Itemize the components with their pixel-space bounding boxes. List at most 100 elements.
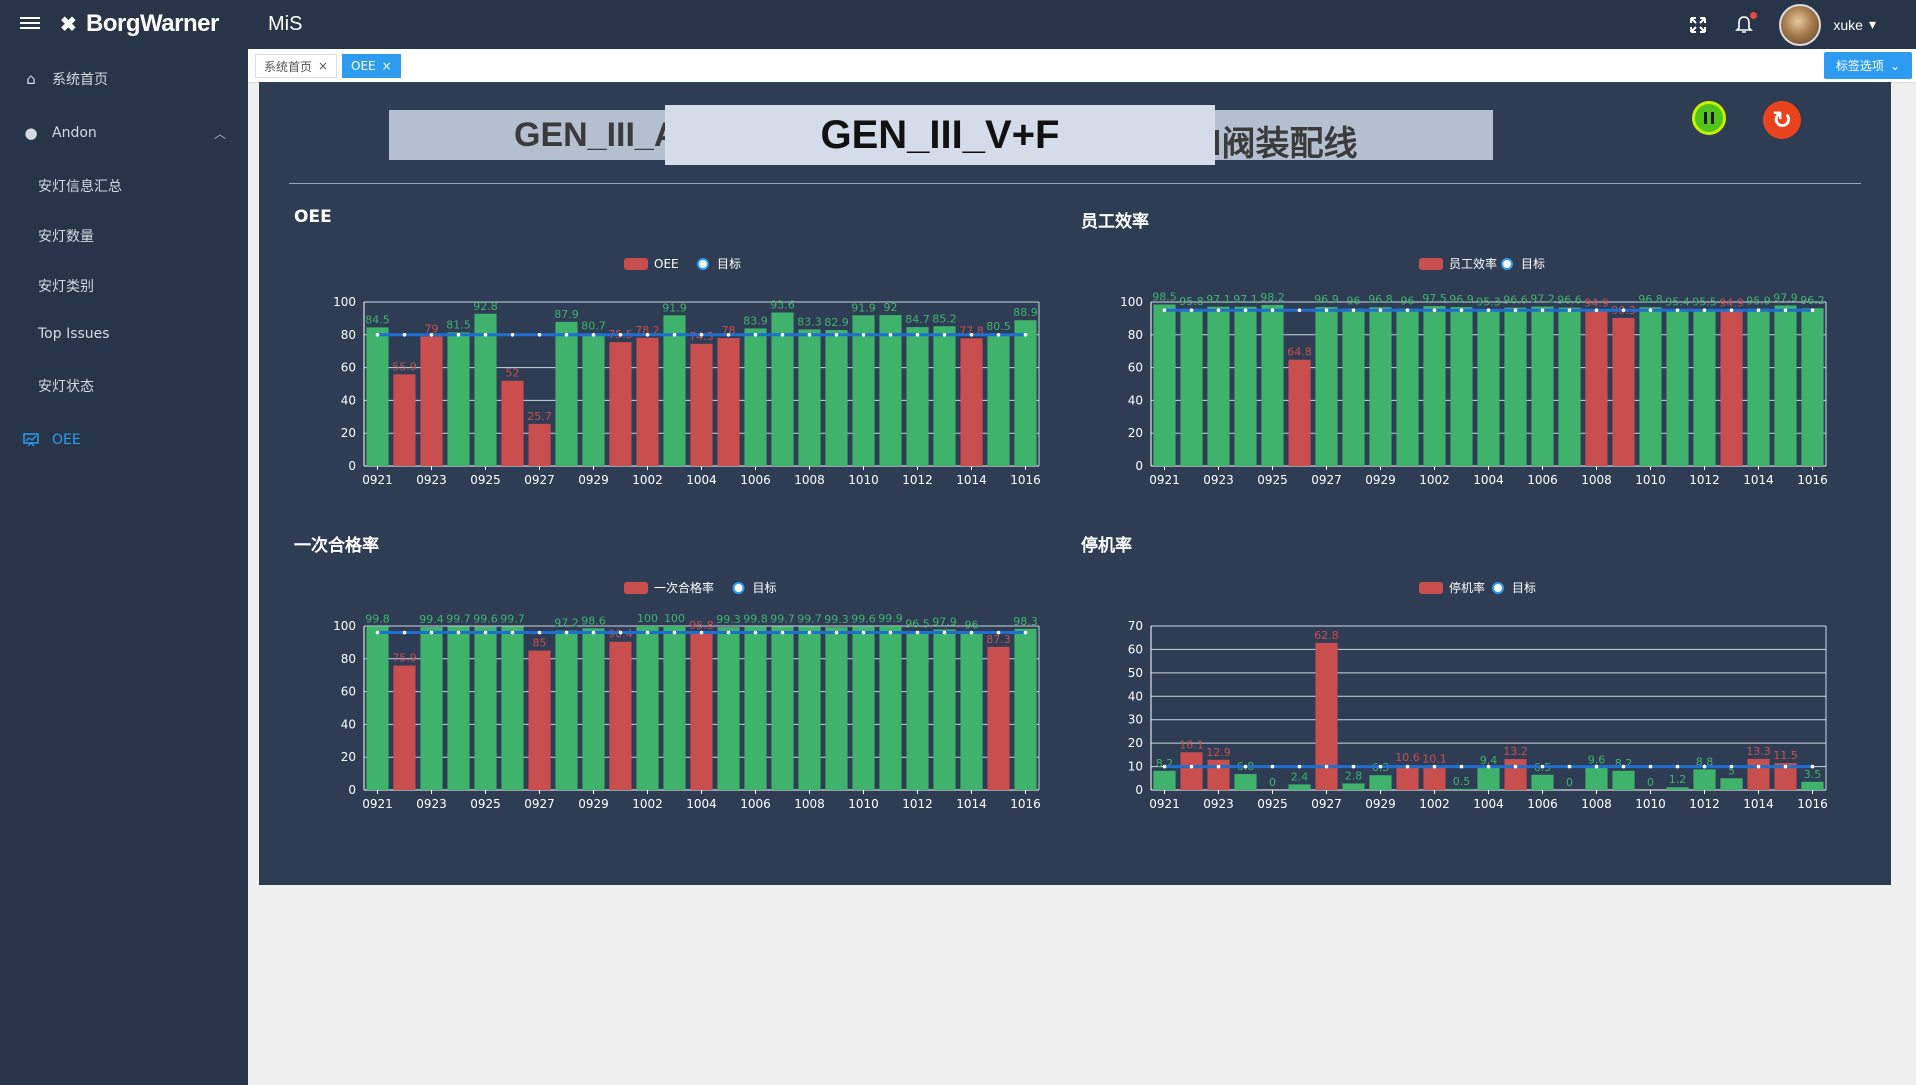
y-tick-label: 20 — [1128, 426, 1143, 440]
data-label: 81.5 — [446, 318, 471, 331]
bar — [1747, 308, 1770, 466]
tab-home[interactable]: 系统首页 × — [255, 54, 338, 78]
sidebar-item-andon-count[interactable]: 安灯数量 — [38, 226, 94, 246]
sidebar-item-andon-summary[interactable]: 安灯信息汇总 — [38, 176, 122, 196]
bar — [1666, 309, 1689, 466]
target-point — [807, 630, 812, 635]
data-label: 97.2 — [1530, 293, 1555, 306]
bar — [1531, 306, 1554, 466]
sidebar-item-andon[interactable]: ● Andon ︿ — [0, 113, 248, 153]
avatar[interactable] — [1779, 3, 1822, 46]
data-label: 96.6 — [1557, 294, 1582, 307]
data-label: 85 — [533, 637, 547, 650]
legend-label: 目标 — [717, 257, 741, 271]
target-point — [1243, 308, 1248, 312]
target-point — [1486, 308, 1491, 312]
bar — [1014, 628, 1037, 790]
sidebar-item-andon-category[interactable]: 安灯类别 — [38, 276, 94, 296]
target-point — [591, 630, 596, 635]
target-point — [888, 630, 893, 635]
target-point — [564, 630, 569, 635]
target-point — [726, 333, 731, 337]
data-label: 25.7 — [527, 410, 552, 423]
data-label: 0 — [1566, 776, 1573, 789]
chevron-down-icon: ⌄ — [1889, 58, 1900, 73]
bar — [528, 650, 551, 790]
empty-content-area — [248, 885, 1916, 1085]
target-point — [456, 630, 461, 635]
close-icon[interactable]: × — [382, 59, 392, 73]
pause-button[interactable] — [1692, 101, 1726, 135]
x-tick-label: 1004 — [686, 473, 717, 487]
data-label: 96.2 — [1800, 294, 1825, 307]
target-point — [1648, 308, 1653, 312]
y-tick-label: 40 — [1128, 393, 1143, 407]
x-tick-label: 1006 — [1527, 797, 1558, 811]
bar — [1693, 769, 1716, 790]
tab-oee[interactable]: OEE × — [342, 54, 401, 78]
x-tick-label: 1014 — [956, 473, 987, 487]
tab-options-button[interactable]: 标签选项 ⌄ — [1823, 52, 1912, 79]
data-label: 11.5 — [1773, 749, 1798, 762]
banner-left-text: GEN_III_A — [514, 116, 679, 154]
data-label: 62.8 — [1314, 629, 1339, 642]
bell-icon[interactable] — [1733, 11, 1758, 36]
data-label: 12.9 — [1206, 746, 1231, 759]
x-tick-label: 0925 — [1257, 473, 1288, 487]
bar — [447, 332, 470, 466]
x-tick-label: 1006 — [740, 473, 771, 487]
target-point — [753, 630, 758, 635]
sidebar-item-top-issues[interactable]: Top Issues — [38, 326, 110, 342]
bar — [420, 626, 443, 790]
user-menu[interactable]: xuke ▾ — [1833, 16, 1876, 33]
target-point — [375, 333, 380, 337]
bar — [420, 336, 443, 466]
target-point — [1297, 308, 1302, 312]
y-tick-label: 0 — [348, 783, 356, 797]
bar — [1423, 306, 1446, 466]
data-label: 2.4 — [1291, 770, 1309, 783]
bar — [1396, 308, 1419, 466]
bar — [1747, 758, 1770, 790]
close-icon[interactable]: × — [318, 59, 328, 73]
target-point — [375, 630, 380, 635]
target-point — [1324, 308, 1329, 312]
bar — [609, 641, 632, 790]
data-label: 96 — [965, 619, 979, 632]
legend-swatch — [624, 258, 648, 270]
data-label: 99.7 — [500, 612, 525, 625]
bar — [1234, 774, 1257, 790]
data-label: 10.1 — [1422, 752, 1447, 765]
sidebar-item-oee[interactable]: OEE — [0, 420, 248, 460]
target-point — [1378, 764, 1383, 769]
target-point — [1270, 764, 1275, 769]
menu-icon[interactable] — [20, 14, 40, 32]
sidebar-item-andon-status[interactable]: 安灯状态 — [38, 376, 94, 396]
bar — [1288, 784, 1311, 790]
legend-marker — [697, 258, 709, 270]
x-tick-label: 1008 — [1581, 473, 1612, 487]
x-tick-label: 0925 — [470, 797, 501, 811]
bar — [1180, 308, 1203, 466]
target-point — [402, 333, 407, 337]
bar — [825, 627, 848, 790]
chart-legend: 一次合格率 目标 — [624, 580, 777, 595]
sidebar-item-home[interactable]: ⌂ 系统首页 — [0, 59, 248, 99]
target-point — [942, 630, 947, 635]
target-point — [510, 333, 515, 337]
x-tick-label: 1014 — [1743, 473, 1774, 487]
data-label: 83.3 — [797, 315, 822, 328]
target-point — [915, 333, 920, 337]
bar — [933, 326, 956, 466]
data-label: 84.7 — [905, 313, 930, 326]
bar — [1720, 310, 1743, 466]
refresh-button[interactable]: ↻ — [1763, 101, 1801, 139]
target-point — [1162, 308, 1167, 312]
data-label: 80.7 — [581, 320, 606, 333]
fullscreen-icon[interactable] — [1687, 14, 1709, 36]
brand-name: BorgWarner — [86, 10, 219, 37]
bar — [717, 338, 740, 466]
x-tick-label: 0927 — [524, 797, 555, 811]
bar — [1531, 774, 1554, 790]
bar — [1666, 787, 1689, 790]
